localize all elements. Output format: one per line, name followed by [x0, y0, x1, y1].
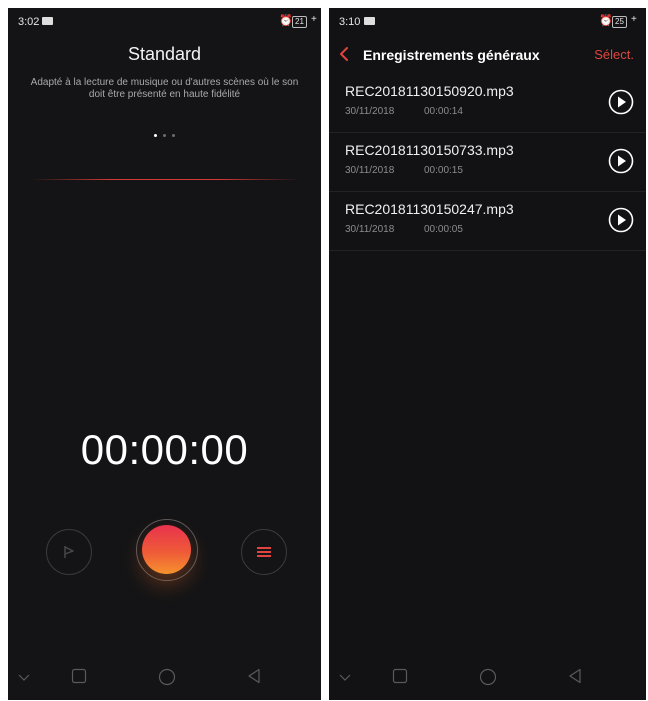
nav-home-icon[interactable]: [158, 668, 176, 686]
recording-name: REC20181130150920.mp3: [345, 83, 514, 99]
page-title: Enregistrements généraux: [363, 47, 540, 63]
record-icon: [142, 525, 191, 574]
system-nav-bar: [8, 656, 321, 700]
recording-date: 30/11/2018: [345, 106, 395, 117]
play-icon[interactable]: [608, 89, 634, 115]
recording-duration: 00:00:05: [424, 224, 463, 235]
status-time: 3:02: [18, 16, 40, 28]
select-button[interactable]: Sélect.: [594, 47, 634, 62]
status-bar: 3:10 ⏰ 25 +: [329, 8, 646, 36]
battery-level: 25: [612, 16, 627, 28]
page-dot-active: [154, 134, 157, 137]
nav-back-icon[interactable]: [568, 668, 582, 684]
status-bar: 3:02 ⏰ 21 +: [8, 8, 321, 36]
mail-notification-icon: [42, 17, 53, 25]
nav-home-icon[interactable]: [479, 668, 497, 686]
charging-icon: +: [631, 14, 637, 25]
nav-collapse-icon[interactable]: [339, 674, 351, 682]
recording-name: REC20181130150247.mp3: [345, 201, 514, 217]
mode-description: Adapté à la lecture de musique ou d'autr…: [30, 77, 299, 100]
nav-back-icon[interactable]: [247, 668, 261, 684]
recorder-screen: 3:02 ⏰ 21 + Standard Adapté à la lecture…: [8, 8, 321, 700]
page-dot: [172, 134, 175, 137]
charging-icon: +: [311, 14, 317, 25]
alarm-icon: ⏰: [599, 15, 613, 27]
waveform-line: [30, 179, 300, 180]
status-time: 3:10: [339, 16, 361, 28]
list-icon: [257, 547, 271, 557]
recording-item[interactable]: REC20181130150733.mp3 30/11/2018 00:00:1…: [329, 133, 646, 192]
recordings-screen: 3:10 ⏰ 25 + Enregistrements généraux Sél…: [329, 8, 646, 700]
app-header: Enregistrements généraux Sélect.: [329, 36, 646, 74]
recording-timer: 00:00:00: [80, 426, 249, 473]
back-arrow-icon[interactable]: [338, 45, 350, 63]
record-button[interactable]: [136, 519, 198, 581]
nav-recents-icon[interactable]: [392, 668, 408, 684]
recordings-list-button[interactable]: [241, 529, 287, 575]
recording-name: REC20181130150733.mp3: [345, 142, 514, 158]
mode-page-indicator: [8, 124, 321, 142]
flag-button[interactable]: [46, 529, 92, 575]
recording-item[interactable]: REC20181130150920.mp3 30/11/2018 00:00:1…: [329, 74, 646, 133]
alarm-icon: ⏰: [279, 15, 293, 27]
nav-recents-icon[interactable]: [71, 668, 87, 684]
recording-date: 30/11/2018: [345, 165, 395, 176]
play-icon[interactable]: [608, 207, 634, 233]
system-nav-bar: [329, 656, 646, 700]
mode-title[interactable]: Standard: [8, 44, 321, 65]
recording-item[interactable]: REC20181130150247.mp3 30/11/2018 00:00:0…: [329, 192, 646, 251]
nav-collapse-icon[interactable]: [18, 674, 30, 682]
flag-icon: [64, 546, 74, 558]
page-dot: [163, 134, 166, 137]
battery-level: 21: [292, 16, 307, 28]
recording-duration: 00:00:15: [424, 165, 463, 176]
recording-date: 30/11/2018: [345, 224, 395, 235]
play-icon[interactable]: [608, 148, 634, 174]
mail-notification-icon: [364, 17, 375, 25]
recordings-list: REC20181130150920.mp3 30/11/2018 00:00:1…: [329, 74, 646, 251]
recording-duration: 00:00:14: [424, 106, 463, 117]
